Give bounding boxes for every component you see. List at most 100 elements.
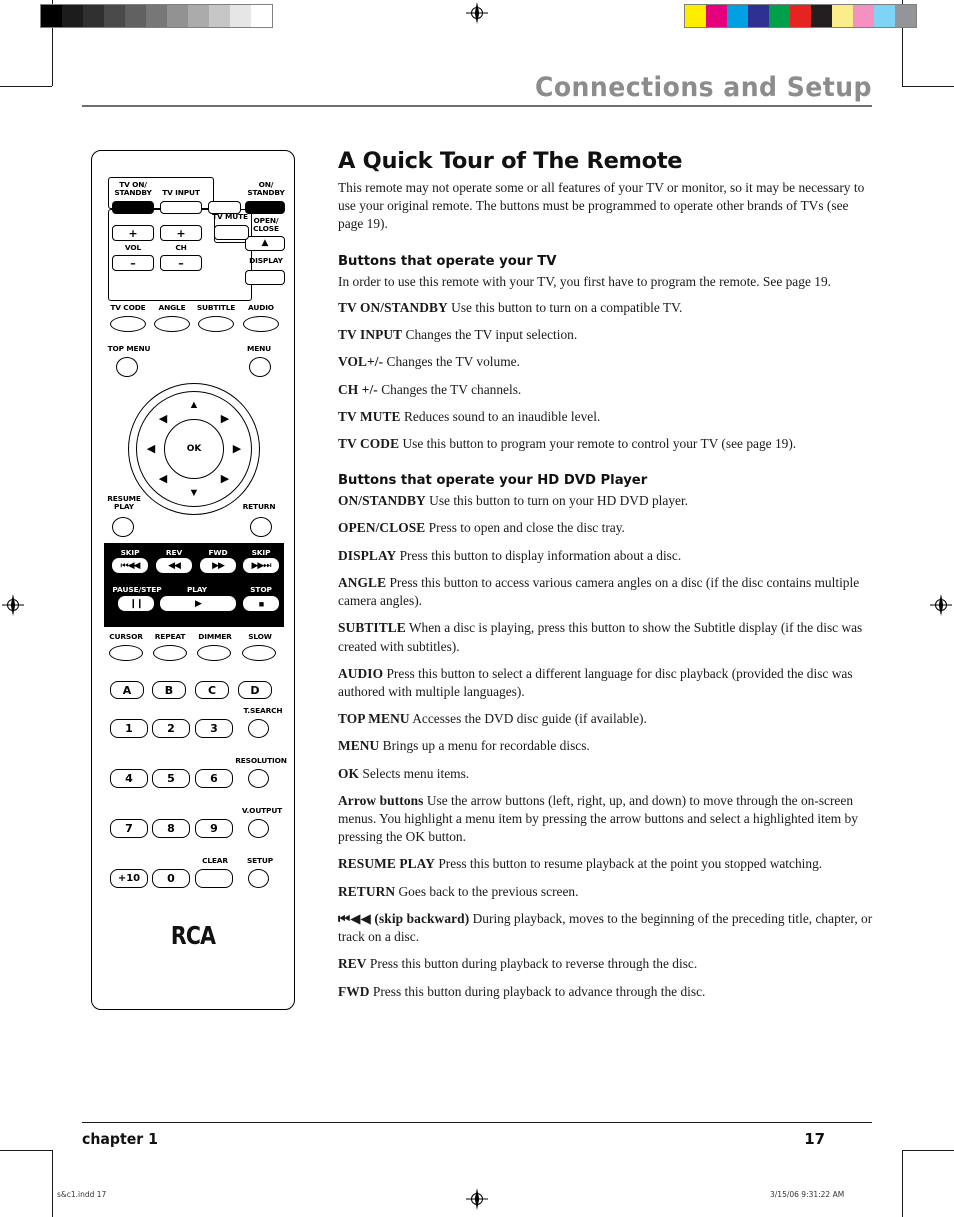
dpad-down-left-button[interactable]: ◀: [150, 469, 176, 489]
channel-down-button[interactable]: –: [160, 255, 202, 271]
pause-step-button[interactable]: ❙❙: [118, 596, 154, 611]
dpad-up-button[interactable]: ▲: [181, 395, 207, 415]
button-description-entry: ANGLE Press this button to access variou…: [338, 574, 874, 610]
header-rule: [82, 105, 872, 107]
button-description-entry: TV CODE Use this button to program your …: [338, 435, 874, 453]
button-description: Reduces sound to an inaudible level.: [400, 408, 601, 424]
dpad-left-button[interactable]: ◀: [138, 439, 164, 459]
button-term: OK: [338, 765, 360, 781]
color-key-d[interactable]: D: [238, 681, 272, 699]
skip-backward-button[interactable]: ⏮◀◀: [112, 558, 148, 573]
cursor-button[interactable]: [109, 645, 143, 661]
tv-button-list: TV ON/STANDBY Use this button to turn on…: [338, 299, 874, 453]
play-button[interactable]: ▶: [160, 596, 236, 611]
digit-key-9[interactable]: 9: [195, 819, 233, 838]
plus-icon: +: [128, 226, 138, 240]
button-description-entry: ⏮◀◀ (skip backward) During playback, mov…: [338, 910, 874, 946]
print-slug-timestamp: 3/15/06 9:31:22 AM: [770, 1190, 845, 1199]
skip-back-label: SKIP: [120, 548, 140, 557]
angle-label: ANGLE: [158, 303, 186, 312]
menu-button[interactable]: [249, 357, 271, 377]
volume-up-button[interactable]: +: [112, 225, 154, 241]
main-content: A Quick Tour of The Remote This remote m…: [338, 148, 874, 1010]
repeat-button[interactable]: [153, 645, 187, 661]
v-output-label: V.OUTPUT: [241, 806, 283, 815]
digit-key-7[interactable]: 7: [110, 819, 148, 838]
ok-label: OK: [186, 444, 202, 454]
calibration-swatch-8: [853, 5, 874, 27]
button-description: Brings up a menu for recordable discs.: [379, 738, 590, 754]
top-menu-button[interactable]: [116, 357, 138, 377]
digit-key-6[interactable]: 6: [195, 769, 233, 788]
clear-button[interactable]: [195, 869, 233, 888]
button-description-entry: TV ON/STANDBY Use this button to turn on…: [338, 299, 874, 317]
volume-down-button[interactable]: –: [112, 255, 154, 271]
digit-key-4-label: 4: [125, 772, 133, 785]
v-output-button[interactable]: [248, 819, 269, 838]
skip-forward-button[interactable]: ▶▶⏭: [243, 558, 279, 573]
color-key-a[interactable]: A: [110, 681, 144, 699]
button-description-entry: TV MUTE Reduces sound to an inaudible le…: [338, 408, 874, 426]
digit-key-1[interactable]: 1: [110, 719, 148, 738]
subtitle-button[interactable]: [198, 316, 234, 332]
fast-forward-button[interactable]: ▶▶: [200, 558, 236, 573]
tv-input-button[interactable]: [160, 201, 202, 214]
tv-mute-button[interactable]: [214, 225, 249, 240]
slow-button[interactable]: [242, 645, 276, 661]
button-term: MENU: [338, 738, 380, 754]
button-description: When a disc is playing, press this butto…: [338, 620, 863, 654]
digit-key-0[interactable]: 0: [152, 869, 190, 888]
channel-up-button[interactable]: +: [160, 225, 202, 241]
open-close-eject-button[interactable]: ▲: [245, 236, 285, 251]
digit-key-5[interactable]: 5: [152, 769, 190, 788]
calibration-swatch-4: [125, 5, 146, 27]
resume-play-button[interactable]: [112, 517, 134, 537]
button-term: ⏮◀◀ (skip backward): [338, 910, 470, 926]
digit-key-8[interactable]: 8: [152, 819, 190, 838]
button-term: TV CODE: [338, 435, 400, 451]
angle-button[interactable]: [154, 316, 190, 332]
dpad-up-right-button[interactable]: ▶: [212, 409, 238, 429]
digit-key-6-label: 6: [210, 772, 218, 785]
skip-fwd-label: SKIP: [251, 548, 271, 557]
resolution-button[interactable]: [248, 769, 269, 788]
dpad-down-right-button[interactable]: ▶: [212, 469, 238, 489]
digit-key-2[interactable]: 2: [152, 719, 190, 738]
dpad-right-button[interactable]: ▶: [224, 439, 250, 459]
stop-button[interactable]: ■: [243, 596, 279, 611]
calibration-swatch-2: [83, 5, 104, 27]
calibration-swatch-4: [769, 5, 790, 27]
setup-button[interactable]: [248, 869, 269, 888]
grayscale-calibration-strip: [40, 4, 273, 28]
repeat-label: REPEAT: [154, 632, 186, 641]
button-term: RETURN: [338, 883, 396, 899]
crop-line-bottom-left-horizontal: [0, 1150, 52, 1151]
button-description-entry: MENU Brings up a menu for recordable dis…: [338, 737, 874, 755]
button-description: Goes back to the previous screen.: [395, 883, 579, 899]
color-key-b[interactable]: B: [152, 681, 186, 699]
color-key-d-label: D: [250, 683, 260, 697]
digit-key-1-label: 1: [125, 722, 133, 735]
skip-forward-icon: ▶▶⏭: [251, 560, 272, 570]
return-button[interactable]: [250, 517, 272, 537]
rewind-button[interactable]: ◀◀: [156, 558, 192, 573]
dimmer-button[interactable]: [197, 645, 231, 661]
digit-key-4[interactable]: 4: [110, 769, 148, 788]
cursor-label: CURSOR: [109, 632, 143, 641]
dpad-down-button[interactable]: ▼: [181, 483, 207, 503]
button-description-entry: ON/STANDBY Use this button to turn on yo…: [338, 492, 874, 510]
color-key-c[interactable]: C: [195, 681, 229, 699]
stop-icon: ■: [258, 598, 265, 609]
tv-code-button[interactable]: [110, 316, 146, 332]
play-label: PLAY: [186, 585, 208, 594]
button-term: Arrow buttons: [338, 792, 424, 808]
audio-button[interactable]: [243, 316, 279, 332]
display-button[interactable]: [245, 270, 285, 285]
dpad-up-left-button[interactable]: ◀: [150, 409, 176, 429]
t-search-button[interactable]: [248, 719, 269, 738]
button-term: ON/STANDBY: [338, 493, 426, 509]
tv-on-standby-button[interactable]: [112, 201, 154, 214]
plus-ten-key[interactable]: +10: [110, 869, 148, 888]
digit-key-3[interactable]: 3: [195, 719, 233, 738]
button-description: Press this button to display information…: [396, 547, 682, 563]
